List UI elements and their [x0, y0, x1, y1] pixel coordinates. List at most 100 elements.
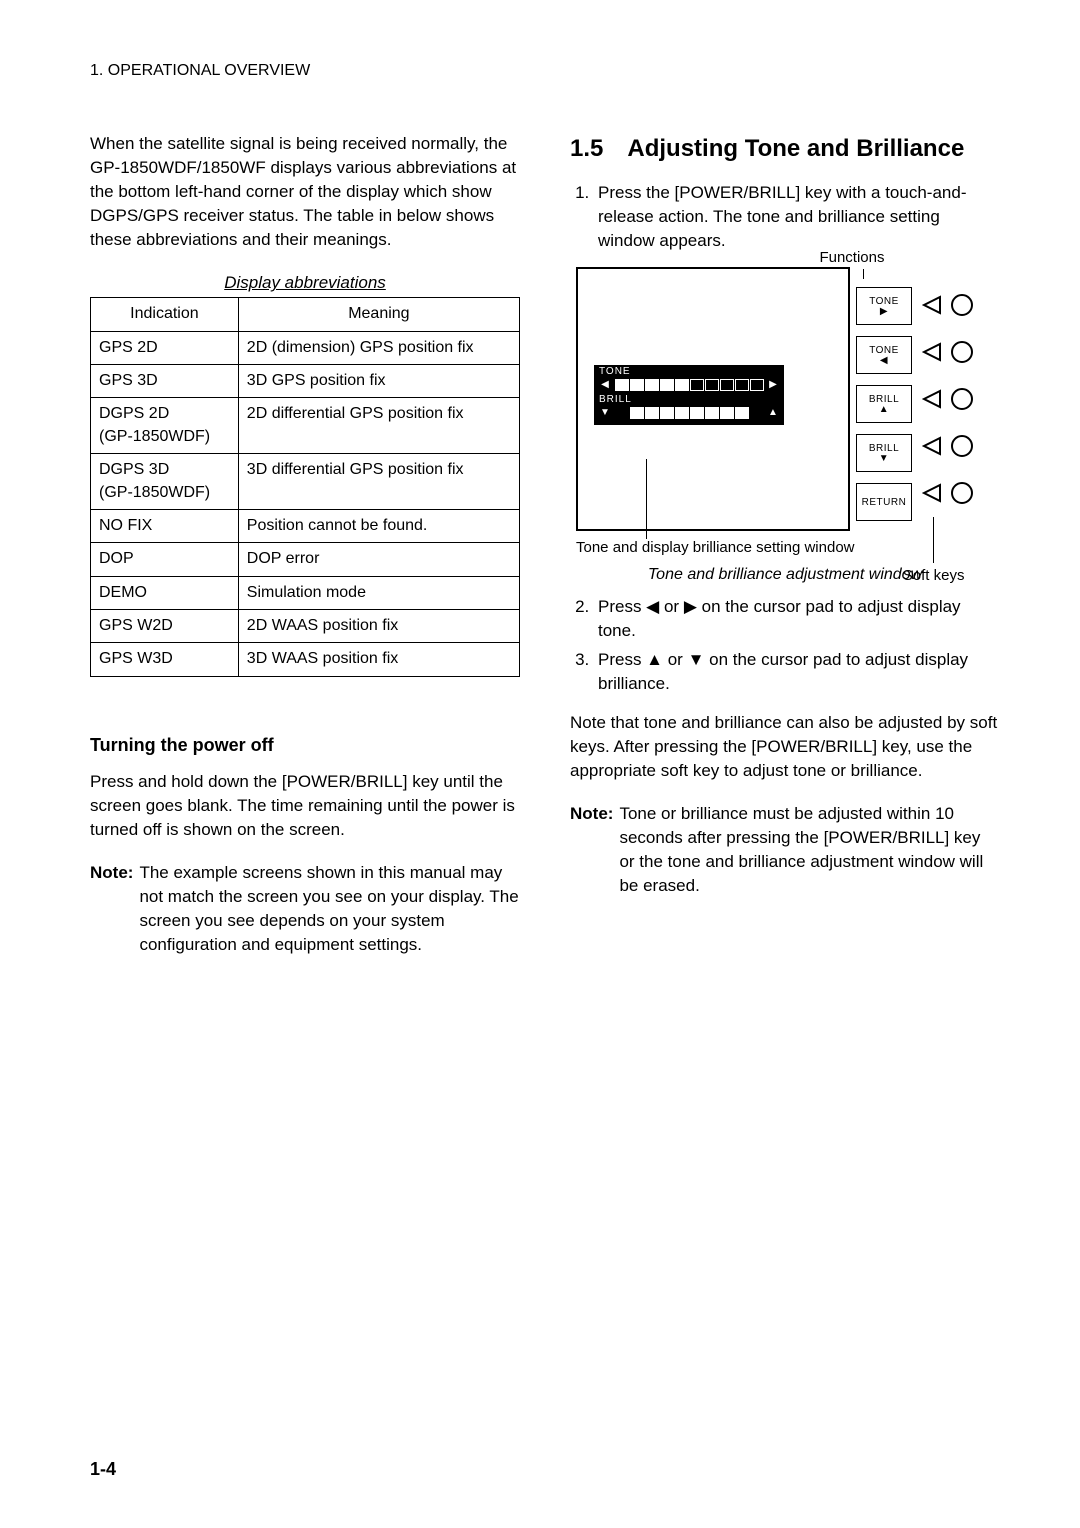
power-off-paragraph: Press and hold down the [POWER/BRILL] ke…: [90, 770, 520, 841]
table-cell: 3D WAAS position fix: [238, 643, 519, 676]
table-cell: Position cannot be found.: [238, 509, 519, 542]
hardkey-icons: [922, 287, 978, 511]
bar-cell: [690, 407, 704, 419]
callout-functions: Functions: [819, 247, 884, 268]
table-cell: 3D GPS position fix: [238, 364, 519, 397]
page: 1. OPERATIONAL OVERVIEW When the satelli…: [0, 0, 1080, 1528]
table-cell: DGPS 3D(GP-1850WDF): [91, 454, 239, 510]
table-row: GPS 3D3D GPS position fix: [91, 364, 520, 397]
col-header-meaning: Meaning: [238, 298, 519, 331]
page-number: 1-4: [90, 1457, 116, 1482]
table-row: NO FIXPosition cannot be found.: [91, 509, 520, 542]
chapter-header: 1. OPERATIONAL OVERVIEW: [90, 60, 1000, 82]
two-column-layout: When the satellite signal is being recei…: [90, 132, 1000, 956]
note-block-right: Note: Tone or brilliance must be adjuste…: [570, 802, 1000, 897]
bar-cell: [735, 407, 749, 419]
softkey-label: RETURN: [856, 483, 912, 521]
device-screen: TONE ◀ ▶ BRILL ▼ ▲: [576, 267, 850, 531]
bar-cell: [675, 407, 689, 419]
bar-cell: [720, 407, 734, 419]
tone-brill-window: TONE ◀ ▶ BRILL ▼ ▲: [594, 365, 784, 425]
table-row: GPS 2D2D (dimension) GPS position fix: [91, 331, 520, 364]
table-cell: DGPS 2D(GP-1850WDF): [91, 398, 239, 454]
callout-line: [933, 517, 935, 563]
bar-cell: [720, 379, 734, 391]
table-row: DGPS 2D(GP-1850WDF)2D differential GPS p…: [91, 398, 520, 454]
table-row: GPS W2D2D WAAS position fix: [91, 610, 520, 643]
table-cell: NO FIX: [91, 509, 239, 542]
col-header-indication: Indication: [91, 298, 239, 331]
softkey-paragraph: Note that tone and brilliance can also b…: [570, 711, 1000, 782]
step-1: Press the [POWER/BRILL] key with a touch…: [594, 181, 1000, 252]
softkey-labels: TONE▶ TONE◀ BRILL▲ BRILL▼ RETURN: [856, 287, 912, 521]
softkey-button-icon: [922, 334, 978, 370]
bar-cell: [750, 379, 764, 391]
bar-cell: [645, 407, 659, 419]
down-arrow-icon: ▼: [599, 406, 611, 420]
brill-label: BRILL: [595, 394, 783, 406]
table-cell: 2D differential GPS position fix: [238, 398, 519, 454]
bar-cell: [675, 379, 689, 391]
table-cell: GPS 2D: [91, 331, 239, 364]
tone-label: TONE: [595, 366, 783, 378]
table-cell: 2D (dimension) GPS position fix: [238, 331, 519, 364]
tone-bar: ◀ ▶: [595, 378, 783, 394]
tone-brill-figure: TONE ◀ ▶ BRILL ▼ ▲: [570, 267, 1000, 586]
table-cell: 3D differential GPS position fix: [238, 454, 519, 510]
abbreviations-table: Indication Meaning GPS 2D2D (dimension) …: [90, 297, 520, 677]
section-number: 1.5: [570, 132, 603, 166]
steps-list-2: Press ◀ or ▶ on the cursor pad to adjust…: [570, 595, 1000, 696]
callout-setting-window: Tone and display brilliance setting wind…: [576, 537, 855, 558]
bar-cell: [660, 407, 674, 419]
note-block-left: Note: The example screens shown in this …: [90, 861, 520, 956]
table-cell: DOP error: [238, 543, 519, 576]
left-arrow-icon: ◀: [599, 378, 611, 392]
softkey-button-icon: [922, 428, 978, 464]
left-column: When the satellite signal is being recei…: [90, 132, 520, 956]
step-3: Press ▲ or ▼ on the cursor pad to adjust…: [594, 648, 1000, 696]
callout-softkeys: Soft keys: [903, 565, 965, 586]
note-text: Tone or brilliance must be adjusted with…: [619, 802, 1000, 897]
softkey-button-icon: [922, 381, 978, 417]
brill-bar: ▼ ▲: [595, 406, 783, 422]
softkey-label: BRILL▲: [856, 385, 912, 423]
section-title: 1.5 Adjusting Tone and Brilliance: [570, 132, 1000, 166]
table-row: GPS W3D3D WAAS position fix: [91, 643, 520, 676]
table-cell: GPS W2D: [91, 610, 239, 643]
bar-cell: [690, 379, 704, 391]
table-row: DGPS 3D(GP-1850WDF)3D differential GPS p…: [91, 454, 520, 510]
softkey-button-icon: [922, 475, 978, 511]
table-row: DOPDOP error: [91, 543, 520, 576]
intro-paragraph: When the satellite signal is being recei…: [90, 132, 520, 251]
bar-cell: [630, 379, 644, 391]
table-cell: Simulation mode: [238, 576, 519, 609]
bar-cell: [645, 379, 659, 391]
sub-heading-power-off: Turning the power off: [90, 733, 520, 758]
softkey-label: BRILL▼: [856, 434, 912, 472]
right-column: 1.5 Adjusting Tone and Brilliance Press …: [570, 132, 1000, 956]
table-cell: DOP: [91, 543, 239, 576]
note-label: Note:: [90, 861, 133, 956]
bar-cell: [735, 379, 749, 391]
softkey-label: TONE▶: [856, 287, 912, 325]
bar-cell: [705, 407, 719, 419]
softkey-button-icon: [922, 287, 978, 323]
bar-cell: [615, 379, 629, 391]
note-text: The example screens shown in this manual…: [139, 861, 520, 956]
callout-line: [646, 459, 648, 539]
table-cell: DEMO: [91, 576, 239, 609]
note-label: Note:: [570, 802, 613, 897]
up-arrow-icon: ▲: [767, 406, 779, 420]
table-cell: GPS W3D: [91, 643, 239, 676]
step-2: Press ◀ or ▶ on the cursor pad to adjust…: [594, 595, 1000, 643]
table-cell: GPS 3D: [91, 364, 239, 397]
bar-cell: [630, 407, 644, 419]
callout-line: [863, 269, 865, 279]
table-caption: Display abbreviations: [90, 271, 520, 295]
steps-list-1: Press the [POWER/BRILL] key with a touch…: [570, 181, 1000, 252]
table-row: DEMOSimulation mode: [91, 576, 520, 609]
softkey-label: TONE◀: [856, 336, 912, 374]
table-cell: 2D WAAS position fix: [238, 610, 519, 643]
section-heading-text: Adjusting Tone and Brilliance: [627, 132, 1000, 166]
bar-cell: [705, 379, 719, 391]
